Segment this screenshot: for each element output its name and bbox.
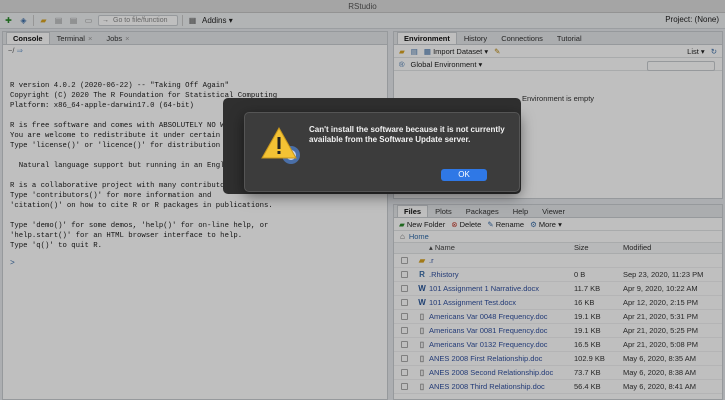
- modal-overlay: [0, 0, 725, 400]
- ok-button[interactable]: OK: [441, 169, 487, 181]
- warning-icon: [261, 126, 300, 164]
- dialog-message: Can't install the software because it is…: [309, 125, 505, 144]
- error-dialog: Can't install the software because it is…: [244, 112, 520, 192]
